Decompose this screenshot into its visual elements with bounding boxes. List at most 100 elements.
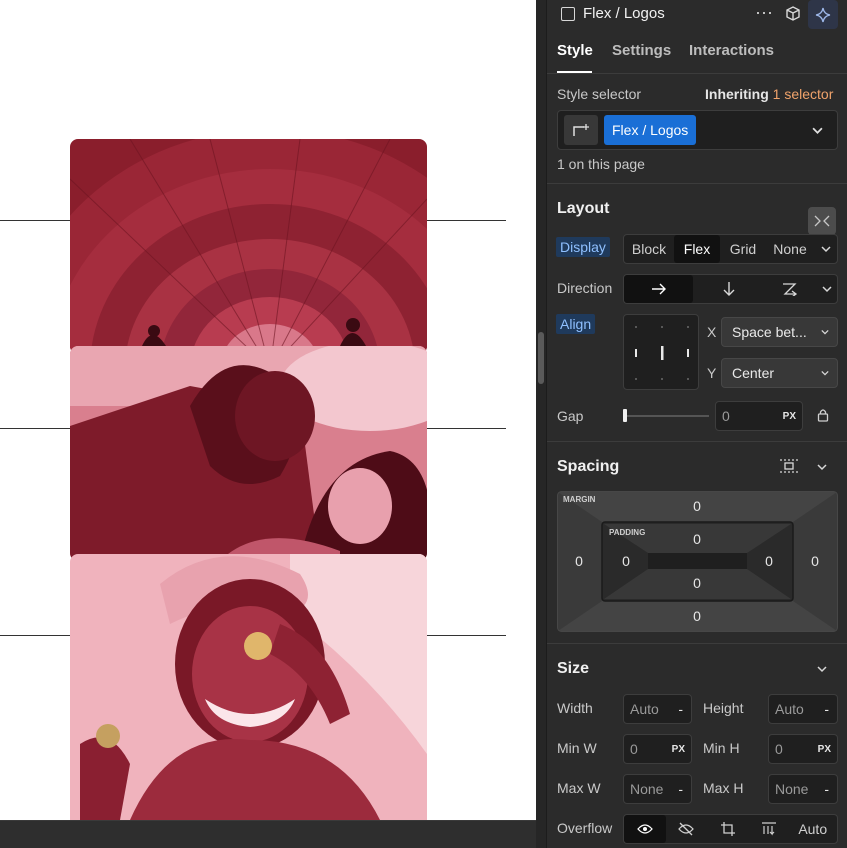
max-height-value: None (775, 781, 809, 797)
max-height-label: Max H (703, 780, 744, 796)
tab-style[interactable]: Style (557, 42, 593, 59)
margin-right-value[interactable]: 0 (805, 553, 825, 569)
gap-unit[interactable]: PX (783, 411, 796, 422)
eye-off-icon (678, 822, 695, 836)
gap-value: 0 (722, 408, 730, 424)
overflow-auto-button[interactable]: Auto (788, 815, 837, 843)
min-width-input[interactable]: 0 PX (623, 734, 692, 764)
guide-line (0, 635, 70, 636)
padding-left-value[interactable]: 0 (616, 553, 636, 569)
style-selector-label: Style selector (557, 86, 642, 102)
direction-more-chevron[interactable] (816, 275, 837, 303)
max-width-value: None (630, 781, 664, 797)
max-height-input[interactable]: None - (768, 774, 838, 804)
min-width-label: Min W (557, 740, 597, 756)
canvas-status-bar (0, 820, 536, 848)
max-width-input[interactable]: None - (623, 774, 692, 804)
height-unit-dash[interactable]: - (824, 701, 829, 717)
arrow-right-icon (651, 283, 666, 295)
align-y-dropdown[interactable]: Center (721, 358, 838, 388)
direction-segmented-control[interactable] (623, 274, 838, 304)
crop-icon (721, 822, 736, 836)
logo-card-spa[interactable] (70, 554, 427, 820)
max-width-unit-dash[interactable]: - (678, 781, 683, 797)
canvas-scrollbar-thumb[interactable] (538, 332, 544, 384)
display-option-grid[interactable]: Grid (720, 235, 766, 263)
design-canvas[interactable] (0, 0, 536, 820)
direction-row-button[interactable] (624, 275, 694, 303)
align-label: Align (556, 314, 596, 334)
new-selector-icon[interactable] (564, 115, 598, 145)
margin-bottom-value[interactable]: 0 (687, 608, 707, 624)
tab-settings[interactable]: Settings (612, 42, 671, 59)
logo-card-team[interactable] (70, 346, 427, 561)
spacing-preset-icon[interactable] (778, 457, 800, 475)
size-section-title[interactable]: Size (557, 660, 589, 678)
chevron-down-icon[interactable] (812, 125, 823, 136)
padding-right-value[interactable]: 0 (759, 553, 779, 569)
divider (547, 643, 847, 644)
collapse-arrows-icon[interactable] (808, 207, 836, 235)
direction-wrap-button[interactable] (765, 275, 817, 303)
element-checkbox-icon[interactable] (561, 7, 575, 21)
align-x-dropdown[interactable]: Space bet... (721, 317, 838, 347)
display-option-block[interactable]: Block (624, 235, 674, 263)
component-cube-icon[interactable] (783, 4, 803, 24)
logo-card-tunnel[interactable] (70, 139, 427, 354)
direction-column-button[interactable] (693, 275, 764, 303)
wrap-icon (783, 283, 798, 296)
align-x-label: X (707, 324, 717, 340)
overflow-hidden-button[interactable] (666, 815, 708, 843)
inheriting-info[interactable]: Inheriting 1 selector (705, 86, 833, 102)
align-x-value: Space bet... (732, 324, 807, 340)
guide-line (427, 635, 506, 636)
chevron-down-icon (821, 370, 829, 376)
overflow-visible-button[interactable] (624, 815, 666, 843)
min-height-input[interactable]: 0 PX (768, 734, 838, 764)
divider (547, 73, 847, 74)
more-options-button[interactable]: ··· (755, 2, 773, 23)
overflow-clip-button[interactable] (749, 815, 789, 843)
tab-interactions[interactable]: Interactions (689, 42, 774, 59)
min-width-unit[interactable]: PX (672, 744, 685, 755)
overflow-scroll-button[interactable] (707, 815, 749, 843)
team-image (70, 346, 427, 561)
min-height-label: Min H (703, 740, 740, 756)
divider (547, 183, 847, 184)
height-value: Auto (775, 701, 804, 717)
chevron-down-icon (822, 286, 832, 293)
padding-label: PADDING (609, 528, 646, 537)
chevron-down-icon[interactable] (815, 662, 829, 676)
display-more-chevron[interactable] (814, 235, 837, 263)
gap-input[interactable]: 0 PX (715, 401, 803, 431)
display-option-none[interactable]: None (766, 235, 814, 263)
lock-icon[interactable] (815, 406, 831, 424)
align-grid-control[interactable] (623, 314, 699, 390)
display-segmented-control[interactable]: Block Flex Grid None (623, 234, 838, 264)
height-input[interactable]: Auto - (768, 694, 838, 724)
gap-slider-handle[interactable] (623, 409, 627, 422)
inheriting-count[interactable]: 1 selector (773, 86, 834, 102)
padding-bottom-value[interactable]: 0 (687, 575, 707, 591)
overflow-label: Overflow (557, 820, 613, 836)
ai-sparkle-icon[interactable] (808, 0, 838, 29)
padding-top-value[interactable]: 0 (687, 531, 707, 547)
chevron-down-icon[interactable] (815, 460, 829, 474)
canvas-scrollbar-track[interactable] (536, 0, 547, 848)
gap-label: Gap (557, 408, 584, 424)
layout-section-title[interactable]: Layout (557, 200, 609, 218)
margin-top-value[interactable]: 0 (687, 498, 707, 514)
margin-left-value[interactable]: 0 (569, 553, 589, 569)
overflow-segmented-control[interactable]: Auto (623, 814, 838, 844)
spacing-box-model[interactable]: MARGIN PADDING 0 0 0 0 0 0 0 0 (557, 491, 838, 632)
selector-field[interactable]: Flex / Logos (557, 110, 838, 150)
gap-slider-track[interactable] (625, 415, 709, 417)
eye-icon (636, 824, 653, 834)
display-option-flex[interactable]: Flex (674, 235, 720, 263)
spacing-section-title[interactable]: Spacing (557, 458, 619, 476)
width-unit-dash[interactable]: - (678, 701, 683, 717)
min-height-unit[interactable]: PX (818, 744, 831, 755)
selector-tag[interactable]: Flex / Logos (604, 115, 697, 145)
max-height-unit-dash[interactable]: - (824, 781, 829, 797)
width-input[interactable]: Auto - (623, 694, 692, 724)
